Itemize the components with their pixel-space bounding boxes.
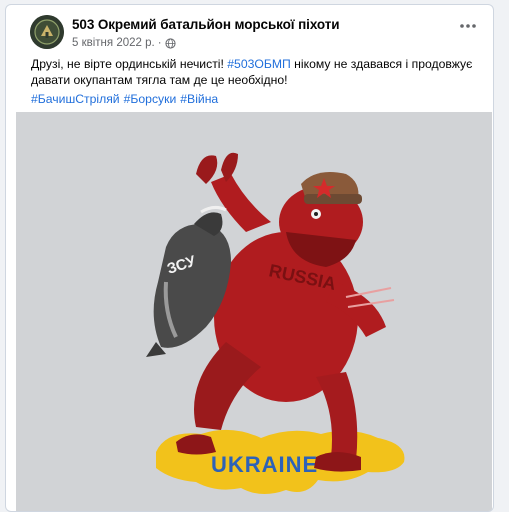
- page-avatar[interactable]: [30, 15, 64, 49]
- hashtag-link[interactable]: #Борсуки: [124, 92, 177, 106]
- globe-icon[interactable]: [164, 37, 176, 49]
- hashtag-list: #БачишСтріляй #Борсуки #Війна: [31, 92, 222, 106]
- meta-separator: ·: [157, 37, 162, 49]
- map-label: UKRAINE: [211, 452, 318, 477]
- page-name-link[interactable]: 503 Окремий батальйон морської піхоти: [72, 17, 340, 32]
- post-text-part1: Друзі, не вірте ординській нечисті!: [31, 57, 228, 71]
- post-image[interactable]: UKRAINE RUSSIA ЗСУ: [16, 112, 492, 511]
- post-card: 503 Окремий батальйон морської піхоти 5 …: [5, 4, 494, 512]
- more-options-icon[interactable]: [458, 21, 478, 31]
- post-text: Друзі, не вірте ординській нечисті! #503…: [31, 57, 491, 88]
- hashtag-link[interactable]: #Війна: [180, 92, 218, 106]
- avatar-emblem-icon: [30, 15, 64, 49]
- post-date-link[interactable]: 5 квітня 2022 р.: [72, 37, 155, 49]
- hashtag-link[interactable]: #БачишСтріляй: [31, 92, 120, 106]
- cartoon-illustration: UKRAINE RUSSIA ЗСУ: [16, 112, 492, 511]
- post-meta: 5 квітня 2022 р. ·: [72, 37, 176, 49]
- hashtag-inline-link[interactable]: #503ОБМП: [227, 57, 291, 71]
